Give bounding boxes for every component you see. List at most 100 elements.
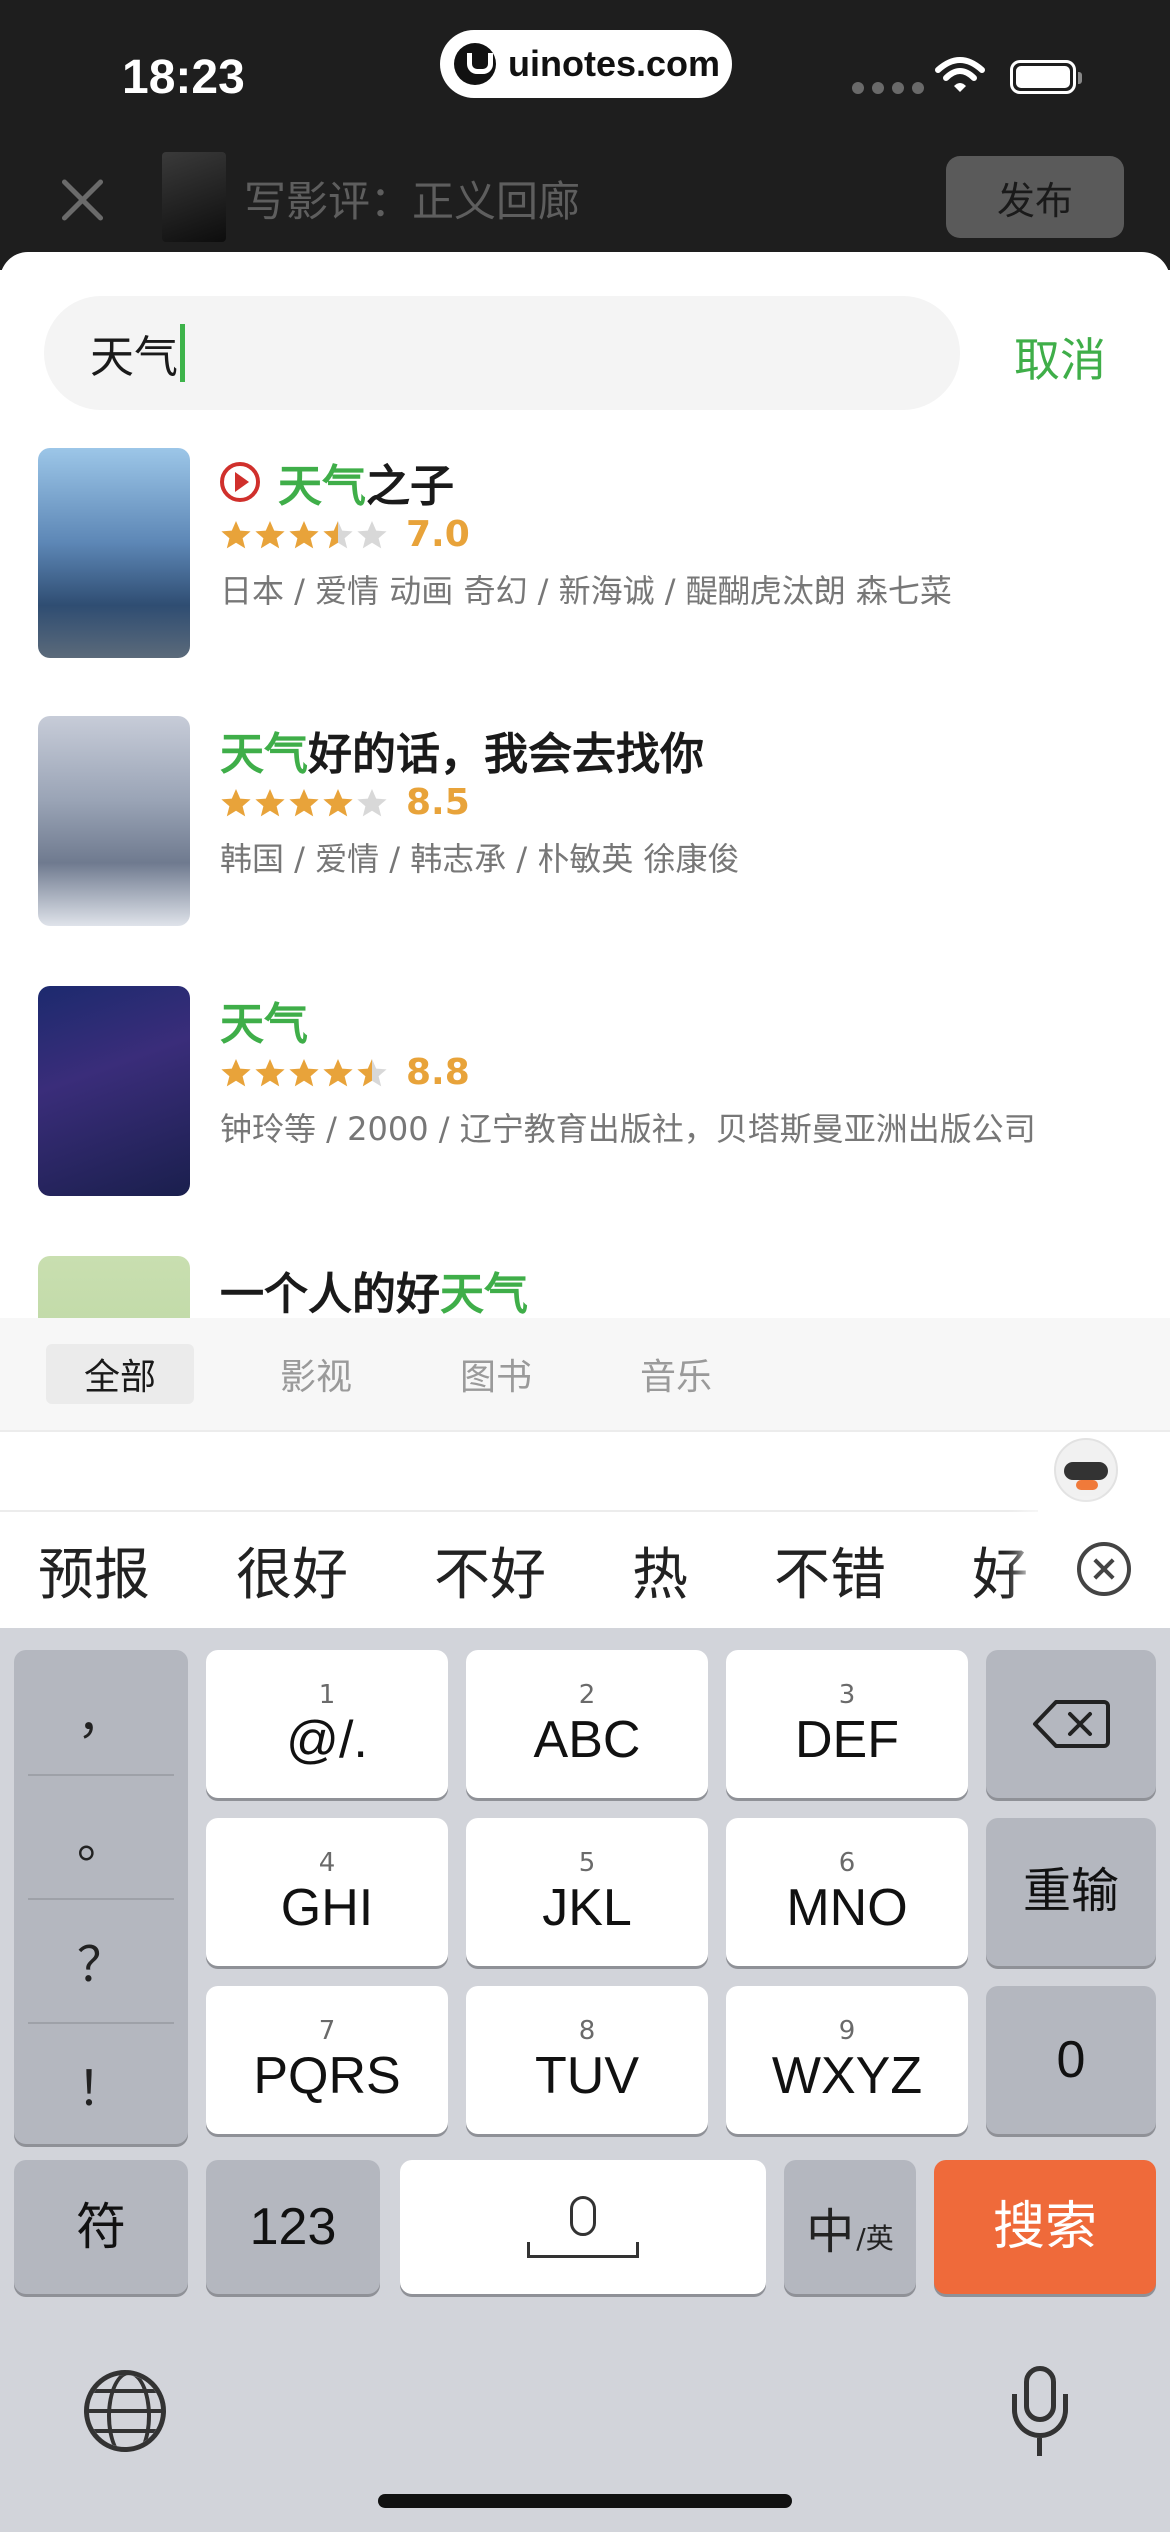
key-2[interactable]: 2 ABC <box>466 1650 708 1798</box>
battery-icon <box>1010 60 1082 94</box>
key-1[interactable]: 1 @/. <box>206 1650 448 1798</box>
backspace-key[interactable] <box>986 1650 1156 1798</box>
dictation-microphone-icon[interactable] <box>1012 2366 1068 2458</box>
rating: 8.5 <box>220 782 470 823</box>
result-meta: 钟玲等 / 2000 / 辽宁教育出版社，贝塔斯曼亚洲出版公司 <box>220 1110 1036 1148</box>
header-title: 写影评：正义回廊 <box>244 177 581 226</box>
key-period[interactable]: 。 <box>14 1774 188 1898</box>
candidate-item[interactable]: 不错 <box>774 1530 886 1611</box>
star-filled-icon <box>221 520 251 548</box>
result-item[interactable]: 天气 好的话，我会去找你 8.5 韩国 / 爱情 / 韩志承 / 朴敏英 徐康俊 <box>0 716 1170 936</box>
tab-books[interactable]: 图书 <box>406 1344 586 1404</box>
result-title: 天气 之子 <box>220 450 454 514</box>
poster-image <box>38 448 190 658</box>
star-empty-icon <box>357 788 387 816</box>
keyboard: ， 。 ？ ！ 1 @/. 2 ABC 3 DEF 4 GHI 5 JKL 6 MNO 重输… <box>0 1628 1170 2532</box>
result-item[interactable]: 天气 8.8 钟玲等 / 2000 / 辽宁教育出版社，贝塔斯曼亚洲出版公司 <box>0 986 1170 1206</box>
search-sheet: 天气 取消 天气 之子 7.0 日本 / 爱情 动画 奇幻 / 新海诚 / 醍醐虎… <box>0 252 1170 1632</box>
close-circle-icon <box>1077 1542 1131 1596</box>
star-filled-icon <box>221 1058 251 1086</box>
microphone-icon <box>570 2196 596 2236</box>
language-switch-key[interactable]: 中/英 <box>784 2160 916 2294</box>
poster-image <box>38 716 190 926</box>
key-4[interactable]: 4 GHI <box>206 1818 448 1966</box>
search-query: 天气 <box>90 332 178 383</box>
ime-toolbar <box>0 1432 1170 1508</box>
candidate-item[interactable]: 很好 <box>236 1530 348 1611</box>
key-exclaim[interactable]: ！ <box>14 2022 188 2146</box>
search-input[interactable]: 天气 <box>44 296 960 410</box>
retype-key[interactable]: 重输 <box>986 1818 1156 1966</box>
url-pill[interactable]: uinotes.com <box>440 30 732 98</box>
text-caret <box>180 324 185 382</box>
score: 7.0 <box>406 514 470 555</box>
star-filled-icon <box>255 788 285 816</box>
signal-icon <box>852 82 924 94</box>
star-filled-icon <box>323 1058 353 1086</box>
star-half-icon <box>323 520 353 548</box>
result-item[interactable]: 天气 之子 7.0 日本 / 爱情 动画 奇幻 / 新海诚 / 醍醐虎汰朗 森七菜 <box>0 448 1170 668</box>
candidate-item[interactable]: 不好 <box>434 1530 546 1611</box>
key-5[interactable]: 5 JKL <box>466 1818 708 1966</box>
number-key[interactable]: 123 <box>206 2160 380 2294</box>
result-title: 天气 好的话，我会去找你 <box>220 729 704 780</box>
star-filled-icon <box>323 788 353 816</box>
site-logo-icon <box>454 43 496 85</box>
home-indicator[interactable] <box>378 2494 792 2508</box>
rating: 7.0 <box>220 514 470 555</box>
tab-music[interactable]: 音乐 <box>586 1344 766 1404</box>
cancel-button[interactable]: 取消 <box>1014 324 1106 390</box>
result-title: 天气 <box>220 999 308 1050</box>
result-title: 一个人的好 天气 <box>220 1269 528 1320</box>
dimmed-header: 18:23 uinotes.com 写影评：正义回廊 发布 <box>0 0 1170 270</box>
candidate-bar: 预报 很好 不好 热 不错 好 <box>0 1510 1170 1628</box>
candidate-item[interactable]: 好 <box>972 1530 1028 1611</box>
ime-mascot-icon[interactable] <box>1054 1438 1118 1502</box>
candidate-item[interactable]: 热 <box>632 1530 688 1611</box>
backspace-icon <box>1033 1700 1110 1748</box>
symbol-key[interactable]: 符 <box>14 2160 188 2294</box>
space-icon <box>527 2242 639 2258</box>
key-0[interactable]: 0 <box>986 1986 1156 2134</box>
key-3[interactable]: 3 DEF <box>726 1650 968 1798</box>
wifi-icon <box>935 57 985 92</box>
globe-icon[interactable] <box>84 2370 166 2452</box>
result-meta: 日本 / 爱情 动画 奇幻 / 新海诚 / 醍醐虎汰朗 森七菜 <box>220 572 952 610</box>
rating: 8.8 <box>220 1052 470 1093</box>
star-filled-icon <box>289 788 319 816</box>
tab-video[interactable]: 影视 <box>226 1344 406 1404</box>
key-question[interactable]: ？ <box>14 1898 188 2022</box>
punctuation-column: ， 。 ？ ！ <box>14 1650 188 2144</box>
play-icon <box>220 462 260 502</box>
star-filled-icon <box>255 520 285 548</box>
star-empty-icon <box>357 520 387 548</box>
star-filled-icon <box>255 1058 285 1086</box>
key-comma[interactable]: ， <box>14 1650 188 1774</box>
poster-image <box>38 986 190 1196</box>
space-key[interactable] <box>400 2160 766 2294</box>
result-meta: 韩国 / 爱情 / 韩志承 / 朴敏英 徐康俊 <box>220 840 740 878</box>
star-filled-icon <box>289 1058 319 1086</box>
header-poster <box>162 152 226 242</box>
category-tabs: 全部 影视 图书 音乐 <box>0 1318 1170 1430</box>
close-icon[interactable] <box>50 168 114 232</box>
star-half-icon <box>357 1058 387 1086</box>
collapse-candidates-button[interactable] <box>1038 1510 1170 1628</box>
star-rating <box>220 1057 388 1089</box>
star-filled-icon <box>289 520 319 548</box>
star-filled-icon <box>221 788 251 816</box>
key-6[interactable]: 6 MNO <box>726 1818 968 1966</box>
publish-button[interactable]: 发布 <box>946 156 1124 238</box>
star-rating <box>220 519 388 551</box>
candidate-item[interactable]: 预报 <box>38 1530 150 1611</box>
score: 8.5 <box>406 782 470 823</box>
key-9[interactable]: 9 WXYZ <box>726 1986 968 2134</box>
score: 8.8 <box>406 1052 470 1093</box>
url-text: uinotes.com <box>508 43 721 84</box>
search-key[interactable]: 搜索 <box>934 2160 1156 2294</box>
key-8[interactable]: 8 TUV <box>466 1986 708 2134</box>
tab-all[interactable]: 全部 <box>46 1344 194 1404</box>
star-rating <box>220 787 388 819</box>
status-time: 18:23 <box>122 51 245 104</box>
key-7[interactable]: 7 PQRS <box>206 1986 448 2134</box>
